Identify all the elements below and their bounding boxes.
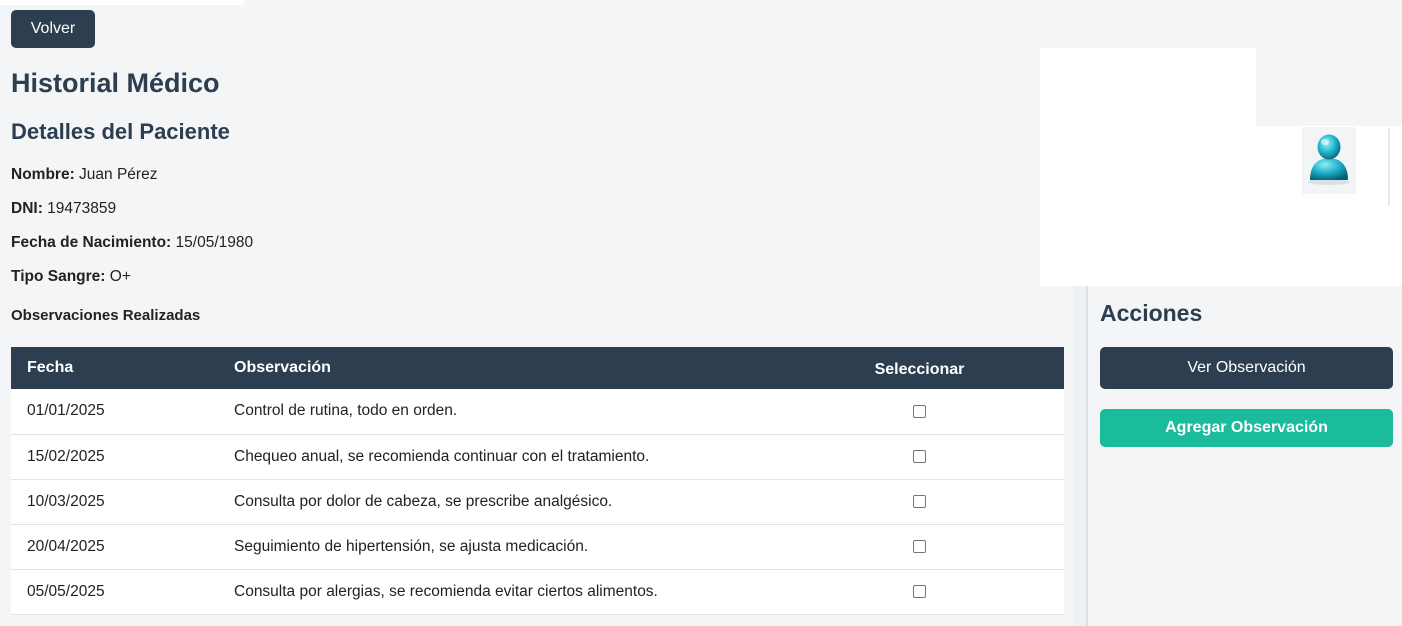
user-avatar-icon	[1308, 134, 1350, 185]
patient-dni-label: DNI:	[11, 200, 43, 217]
column-header-date: Fecha	[27, 359, 74, 376]
patient-name-label: Nombre:	[11, 166, 75, 183]
sidebar-gutter	[1073, 286, 1086, 626]
column-header-observation: Observación	[234, 359, 331, 376]
avatar-divider	[1388, 128, 1390, 206]
table-row: 05/05/2025 Consulta por alergias, se rec…	[11, 569, 1064, 614]
table-row: 10/03/2025 Consulta por dolor de cabeza,…	[11, 479, 1064, 524]
patient-bloodtype-value: O+	[109, 268, 131, 285]
row-observation: Consulta por alergias, se recomienda evi…	[234, 582, 658, 600]
table-row: 20/04/2025 Seguimiento de hipertensión, …	[11, 524, 1064, 569]
patient-dni-field: DNI: 19473859	[11, 200, 116, 218]
patient-birthdate-field: Fecha de Nacimiento: 15/05/1980	[11, 234, 253, 252]
column-header-spacer	[1001, 347, 1064, 389]
table-header-row: Fecha Observación Seleccionar	[11, 347, 1064, 389]
row-date: 01/01/2025	[27, 402, 105, 420]
table-row: 01/01/2025 Control de rutina, todo en or…	[11, 389, 1064, 434]
add-observation-button[interactable]: Agregar Observación	[1100, 409, 1393, 447]
patient-birthdate-value: 15/05/1980	[175, 234, 254, 251]
view-observation-button[interactable]: Ver Observación	[1100, 347, 1393, 389]
patient-name-value: Juan Pérez	[79, 166, 158, 183]
row-select-checkbox[interactable]	[913, 404, 926, 418]
column-header-select: Seleccionar	[874, 360, 965, 378]
row-observation: Consulta por dolor de cabeza, se prescri…	[234, 492, 613, 510]
row-observation: Seguimiento de hipertensión, se ajusta m…	[234, 537, 589, 555]
page-title: Historial Médico	[11, 68, 220, 98]
row-date: 20/04/2025	[27, 537, 105, 555]
table-row: 15/02/2025 Chequeo anual, se recomienda …	[11, 434, 1064, 479]
patient-dni-value: 19473859	[47, 200, 117, 217]
patient-name-field: Nombre: Juan Pérez	[11, 166, 157, 184]
patient-bloodtype-label: Tipo Sangre:	[11, 268, 106, 285]
row-select-checkbox[interactable]	[913, 539, 926, 553]
patient-bloodtype-field: Tipo Sangre: O+	[11, 268, 131, 286]
row-select-checkbox[interactable]	[913, 584, 926, 598]
observations-heading: Observaciones Realizadas	[11, 307, 201, 324]
row-date: 15/02/2025	[27, 447, 105, 465]
top-strip	[0, 0, 244, 5]
sidebar-divider	[1086, 286, 1088, 626]
profile-panel	[1040, 48, 1256, 286]
actions-heading: Acciones	[1100, 300, 1203, 326]
row-select-checkbox[interactable]	[913, 449, 926, 463]
row-observation: Chequeo anual, se recomienda continuar c…	[234, 447, 650, 465]
patient-birthdate-label: Fecha de Nacimiento:	[11, 234, 172, 251]
back-button[interactable]: Volver	[11, 10, 95, 48]
observations-table: Fecha Observación Seleccionar 01/01/2025…	[11, 347, 1064, 615]
row-observation: Control de rutina, todo en orden.	[234, 402, 458, 420]
patient-details-heading: Detalles del Paciente	[11, 119, 230, 144]
row-date: 10/03/2025	[27, 492, 105, 510]
page: Volver Historial Médico Detalles del Pac…	[0, 0, 1402, 626]
profile-panel-notch	[1256, 99, 1402, 126]
avatar	[1302, 127, 1356, 194]
row-date: 05/05/2025	[27, 582, 105, 600]
row-select-checkbox[interactable]	[913, 494, 926, 508]
